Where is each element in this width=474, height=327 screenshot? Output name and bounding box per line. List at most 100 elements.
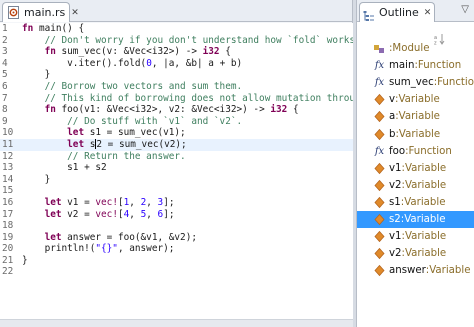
code-line[interactable]: 6 // Borrow two vectors and sum them. <box>0 81 353 93</box>
code-line[interactable]: 5 } <box>0 69 353 81</box>
code-text: } <box>22 255 28 267</box>
code-token: vec! <box>95 208 118 220</box>
code-line[interactable]: 14 } <box>0 174 353 186</box>
code-token: , <box>146 196 158 208</box>
code-line[interactable]: 16 let v1 = vec![1, 2, 3]; <box>0 197 353 209</box>
code-line[interactable]: 18 <box>0 220 353 232</box>
code-token: , answer); <box>117 243 175 255</box>
outline-item-s2[interactable]: s2 :Variable <box>357 210 474 229</box>
outline-item-foo[interactable]: fx foo :Function <box>357 143 474 160</box>
outline-item-type: :Function <box>405 145 452 157</box>
editor-pane: main.rs ✕ 1 fn main() {2 // Don't worry i… <box>0 0 353 327</box>
outline-item-type: :Variable <box>401 231 447 243</box>
line-number: 12 <box>2 150 14 162</box>
code-text: println!("{}", answer); <box>22 243 175 255</box>
code-line[interactable]: 7 // This kind of borrowing does not all… <box>0 93 353 105</box>
outline-icon <box>363 7 375 21</box>
outline-item-type: :Variable <box>400 213 446 225</box>
rust-file-icon <box>7 6 20 19</box>
outline-item-main[interactable]: fx main :Function <box>357 57 474 74</box>
view-menu-icon[interactable]: ▽ <box>461 4 469 15</box>
outline-item-v2[interactable]: v2 :Variable <box>357 245 474 262</box>
editor-tab-main-rs[interactable]: main.rs ✕ <box>2 2 79 22</box>
variable-icon <box>373 93 386 106</box>
outline-item-name: sum_vec <box>389 77 434 89</box>
outline-item-b[interactable]: b :Variable <box>357 125 474 142</box>
code-token: 2 = sum_vec(v2); <box>96 138 187 150</box>
code-line[interactable]: 8 fn foo(v1: &Vec<i32>, v2: &Vec<i32>) -… <box>0 104 353 116</box>
outline-item-v1[interactable]: v1 :Variable <box>357 160 474 177</box>
outline-item-answer[interactable]: answer :Variable <box>357 262 474 279</box>
code-token: fn <box>22 104 56 116</box>
code-token: // Don't worry if you don't understand h… <box>22 34 353 46</box>
variable-icon <box>373 162 386 175</box>
outline-item-s1[interactable]: s1 :Variable <box>357 194 474 211</box>
code-line[interactable]: 12 // Return the answer. <box>0 151 353 163</box>
code-line[interactable]: 11 let s2 = sum_vec(v2); <box>0 138 353 151</box>
line-number: 17 <box>2 208 14 220</box>
close-icon[interactable]: ✕ <box>424 8 432 18</box>
code-line[interactable]: 15 <box>0 185 353 197</box>
outline-item-name: v2 <box>389 179 402 191</box>
code-token: i32 <box>270 104 288 116</box>
code-token: v1 = <box>61 196 96 208</box>
line-number: 11 <box>2 138 14 150</box>
code-token: let <box>22 196 62 208</box>
outline-item-a[interactable]: a :Variable <box>357 108 474 125</box>
code-line[interactable]: 2 // Don't worry if you don't understand… <box>0 35 353 47</box>
code-line[interactable]: 10 let s1 = sum_vec(v1); <box>0 127 353 139</box>
code-line[interactable]: 9 // Do stuff with `v1` and `v2`. <box>0 116 353 128</box>
code-text: fn main() { <box>22 23 84 35</box>
outline-item-module[interactable]: :Module <box>357 40 474 57</box>
code-token: answer = foo(&v1, &v2); <box>61 231 197 243</box>
code-token: } <box>22 69 51 81</box>
outline-item-type: :Variable <box>425 265 471 277</box>
close-icon[interactable]: ✕ <box>71 8 79 18</box>
variable-icon <box>373 196 386 209</box>
function-icon: fx <box>374 145 385 157</box>
code-line[interactable]: 3 fn sum_vec(v: &Vec<i32>) -> i32 { <box>0 46 353 58</box>
code-token: v.iter().fold( <box>22 57 147 69</box>
code-token: fn <box>22 46 56 58</box>
outline-item-v2[interactable]: v2 :Variable <box>357 177 474 194</box>
code-token: , <box>129 208 141 220</box>
code-line[interactable]: 22 <box>0 266 353 278</box>
code-area[interactable]: 1 fn main() {2 // Don't worry if you don'… <box>0 23 353 327</box>
code-line[interactable]: 4 v.iter().fold(0, |a, &b| a + b) <box>0 58 353 70</box>
code-line[interactable]: 19 let answer = foo(&v1, &v2); <box>0 232 353 244</box>
outline-item-type: :Module <box>389 43 430 55</box>
code-line[interactable]: 21} <box>0 255 353 267</box>
outline-item-type: :Function <box>433 77 474 89</box>
code-text: // This kind of borrowing does not allow… <box>22 93 353 105</box>
code-line[interactable]: 20 println!("{}", answer); <box>0 243 353 255</box>
horizontal-scrollbar[interactable] <box>0 319 353 327</box>
code-text: s1 + s2 <box>22 162 107 174</box>
code-token: "{}" <box>95 243 118 255</box>
code-token: foo(v1: &Vec<i32>, v2: &Vec<i32>) -> <box>55 104 271 116</box>
outline-item-v1[interactable]: v1 :Variable <box>357 228 474 245</box>
outline-item-type: :Variable <box>395 128 441 140</box>
code-text: } <box>22 69 51 81</box>
function-icon: fx <box>374 77 385 89</box>
code-line[interactable]: 1 fn main() { <box>0 23 353 35</box>
function-icon: fx <box>374 60 385 72</box>
module-icon <box>373 42 386 55</box>
code-text: let answer = foo(&v1, &v2); <box>22 232 197 244</box>
code-token: s1 + s2 <box>22 162 107 174</box>
code-line[interactable]: 17 let v2 = vec![4, 5, 6]; <box>0 209 353 221</box>
outline-tab[interactable]: Outline ✕ <box>359 2 435 22</box>
code-token: // Borrow two vectors and sum them. <box>22 80 243 92</box>
code-line[interactable]: 13 s1 + s2 <box>0 162 353 174</box>
outline-item-type: :Function <box>414 60 462 72</box>
code-token: ]; <box>163 196 175 208</box>
outline-item-name: s2 <box>389 213 401 225</box>
outline-item-v[interactable]: v :Variable <box>357 91 474 108</box>
line-number: 8 <box>2 104 8 116</box>
line-number: 2 <box>2 34 8 46</box>
code-token: , <box>146 208 158 220</box>
outline-item-sum_vec[interactable]: fx sum_vec :Function <box>357 74 474 91</box>
line-number: 6 <box>2 80 8 92</box>
code-token: let <box>22 208 62 220</box>
outline-item-type: :Variable <box>400 196 446 208</box>
code-token: i32 <box>202 46 220 58</box>
